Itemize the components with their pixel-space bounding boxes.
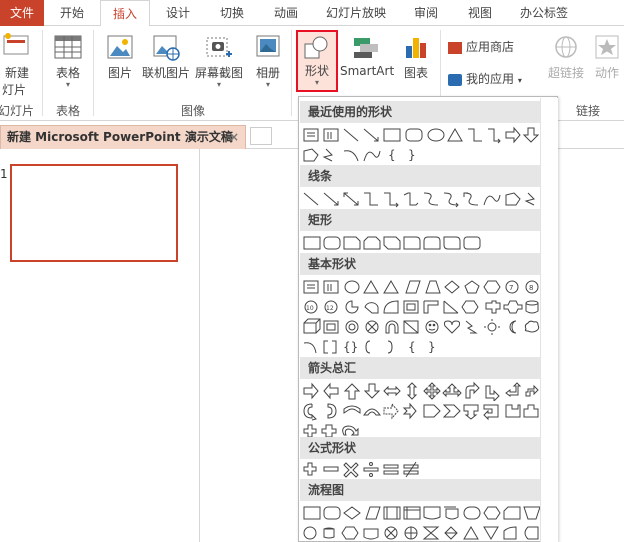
picture-label: 图片 xyxy=(107,66,132,80)
app-store-button[interactable]: 应用商店 xyxy=(448,38,540,55)
hyperlink-label: 超链接 xyxy=(547,66,584,80)
slide-thumbnail[interactable] xyxy=(10,164,178,262)
tab-insert[interactable]: 插入 xyxy=(100,0,150,27)
shapes-label: 形状 xyxy=(304,64,329,78)
tab-transitions[interactable]: 切换 xyxy=(212,0,252,26)
new-slide-button[interactable]: 新建 灯片 xyxy=(0,32,34,98)
online-picture-label: 联机图片 xyxy=(141,66,190,80)
dropdown-caret-icon: ▾ xyxy=(314,78,319,87)
action-star-icon xyxy=(595,35,619,59)
svg-text:10: 10 xyxy=(306,305,314,312)
smartart-icon xyxy=(354,38,378,58)
category-block-arrows: 箭头总汇 xyxy=(300,357,556,379)
hyperlink-icon xyxy=(555,36,577,58)
hyperlink-button[interactable]: 超链接 xyxy=(544,32,588,81)
table-label: 表格 xyxy=(55,66,80,80)
dropdown-caret-icon: ▾ xyxy=(216,80,221,89)
svg-text:7: 7 xyxy=(509,284,513,292)
category-flowchart: 流程图 xyxy=(300,479,556,501)
new-tab-button[interactable] xyxy=(250,127,272,145)
svg-text:{: { xyxy=(408,340,416,354)
category-rectangles: 矩形 xyxy=(300,209,556,231)
new-slide-label-2: 灯片 xyxy=(1,83,26,97)
shapes-gallery-scrollbar[interactable] xyxy=(540,98,558,542)
svg-text:{: { xyxy=(388,148,396,162)
tab-file[interactable]: 文件 xyxy=(0,0,44,26)
svg-text:}: } xyxy=(408,148,416,162)
store-icon xyxy=(448,41,462,54)
category-lines: 线条 xyxy=(300,165,556,187)
shapes-button[interactable]: 形状 ▾ xyxy=(296,30,338,92)
screenshot-label: 屏幕截图 xyxy=(194,66,243,80)
online-picture-icon xyxy=(153,35,180,61)
group-separator xyxy=(291,30,292,116)
document-tab[interactable]: 新建 Microsoft PowerPoint 演示文稿 × xyxy=(0,125,246,149)
group-label-slides: 幻灯片 xyxy=(0,104,34,118)
photo-album-label: 相册 xyxy=(255,66,280,80)
group-separator xyxy=(42,30,43,116)
screenshot-button[interactable]: 屏幕截图 ▾ xyxy=(192,32,246,89)
tab-officetab[interactable]: 办公标签 xyxy=(512,0,576,26)
group-label-tables: 表格 xyxy=(55,104,80,118)
tab-animations[interactable]: 动画 xyxy=(266,0,306,26)
new-slide-label: 新建 xyxy=(4,66,29,80)
table-icon xyxy=(54,35,82,59)
svg-text:{}: {} xyxy=(343,340,358,354)
photo-album-icon xyxy=(256,35,280,57)
tab-view[interactable]: 视图 xyxy=(460,0,500,26)
shapes-icon xyxy=(304,36,328,59)
svg-text:12: 12 xyxy=(326,305,334,312)
tab-slideshow[interactable]: 幻灯片放映 xyxy=(320,0,392,26)
category-basic-shapes: 基本形状 xyxy=(300,253,556,275)
category-recent-shapes: 最近使用的形状 xyxy=(300,101,556,123)
close-tab-icon[interactable]: × xyxy=(229,126,239,148)
new-slide-icon xyxy=(3,33,29,55)
tab-home[interactable]: 开始 xyxy=(52,0,92,26)
chart-label: 图表 xyxy=(403,66,428,80)
table-button[interactable]: 表格 ▾ xyxy=(48,32,88,89)
my-apps-button[interactable]: 我的应用 ▾ xyxy=(448,70,540,87)
chart-icon xyxy=(406,38,426,58)
action-label: 动作 xyxy=(594,66,619,80)
svg-text:}: } xyxy=(428,340,436,354)
ribbon-tab-bar: 文件 开始 插入 设计 切换 动画 幻灯片放映 审阅 视图 办公标签 xyxy=(0,0,624,27)
tab-review[interactable]: 审阅 xyxy=(406,0,446,26)
group-separator xyxy=(93,30,94,116)
shapes-gallery-dropdown: 最近使用的形状 { } 线条 矩形 基本形状 7 8 10 12 {} {} … xyxy=(298,96,558,542)
photo-album-button[interactable]: 相册 ▾ xyxy=(248,32,288,89)
slide-number: 1 xyxy=(0,167,8,181)
group-label-images: 图像 xyxy=(180,104,205,118)
online-picture-button[interactable]: 联机图片 xyxy=(140,32,192,81)
picture-button[interactable]: 图片 xyxy=(100,32,140,81)
dropdown-caret-icon: ▾ xyxy=(65,80,70,89)
group-label-links: 链接 xyxy=(575,104,600,118)
document-tab-title: 新建 Microsoft PowerPoint 演示文稿 xyxy=(7,130,233,144)
dropdown-caret-icon: ▾ xyxy=(265,80,270,89)
my-apps-icon xyxy=(448,73,462,86)
tab-design[interactable]: 设计 xyxy=(158,0,198,26)
my-apps-label: 我的应用 xyxy=(466,72,515,86)
smartart-label: SmartArt xyxy=(340,64,395,78)
action-button[interactable]: 动作 xyxy=(590,32,624,81)
smartart-button[interactable]: SmartArt xyxy=(340,32,394,78)
picture-icon xyxy=(107,35,133,59)
svg-text:8: 8 xyxy=(529,284,533,292)
screenshot-icon xyxy=(206,37,232,57)
store-label: 应用商店 xyxy=(466,40,515,54)
dropdown-caret-icon: ▾ xyxy=(517,76,522,85)
category-equation-shapes: 公式形状 xyxy=(300,437,556,459)
chart-button[interactable]: 图表 xyxy=(396,32,436,81)
